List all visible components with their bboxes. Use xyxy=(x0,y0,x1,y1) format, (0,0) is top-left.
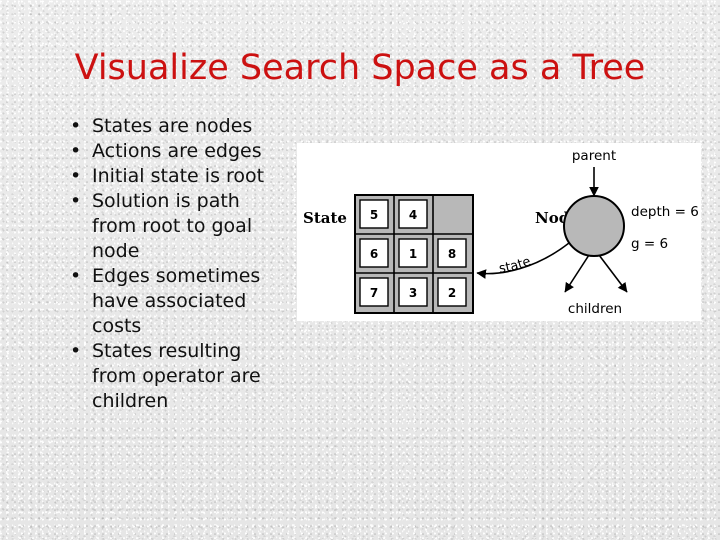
bullet-marker-icon: • xyxy=(70,265,82,287)
puzzle-tile-blank xyxy=(434,196,472,233)
puzzle-tile-value: 2 xyxy=(448,286,456,300)
g-label: g = 6 xyxy=(631,236,668,252)
list-item-text: States are nodes xyxy=(92,115,253,137)
list-item-text: Solution is path from root to goal node xyxy=(92,190,253,262)
node-circle xyxy=(563,195,625,257)
bullet-marker-icon: • xyxy=(70,165,82,187)
puzzle-tile-value: 8 xyxy=(448,247,456,261)
list-item: • Solution is path from root to goal nod… xyxy=(62,189,280,264)
puzzle-tile-value: 4 xyxy=(409,208,417,222)
depth-label: depth = 6 xyxy=(631,204,699,220)
children-label: children xyxy=(568,301,622,317)
slide: Visualize Search Space as a Tree • State… xyxy=(0,0,720,540)
list-item-text: States resulting from operator are child… xyxy=(92,340,261,412)
puzzle-tile-value: 5 xyxy=(370,208,378,222)
puzzle-tile: 3 xyxy=(398,277,428,307)
puzzle-tile-value: 6 xyxy=(370,247,378,261)
puzzle-tile-value: 7 xyxy=(370,286,378,300)
bullet-marker-icon: • xyxy=(70,115,82,137)
bullet-list: • States are nodes • Actions are edges •… xyxy=(62,114,280,414)
puzzle-grid: 5 4 6 1 8 7 3 2 xyxy=(354,194,474,314)
puzzle-tile: 5 xyxy=(359,199,389,229)
state-caption: State xyxy=(303,209,347,227)
list-item: • States are nodes xyxy=(62,114,280,139)
puzzle-tile: 1 xyxy=(398,238,428,268)
puzzle-tile: 8 xyxy=(437,238,467,268)
parent-label: parent xyxy=(572,148,616,164)
puzzle-tile: 2 xyxy=(437,277,467,307)
bullet-marker-icon: • xyxy=(70,190,82,212)
puzzle-tile-value: 1 xyxy=(409,247,417,261)
bullet-marker-icon: • xyxy=(70,140,82,162)
list-item-text: Edges sometimes have associated costs xyxy=(92,265,261,337)
node-diagram-panel: State 5 4 6 1 8 7 3 2 Node parent depth … xyxy=(297,143,701,321)
bullet-marker-icon: • xyxy=(70,340,82,362)
puzzle-tile: 6 xyxy=(359,238,389,268)
list-item: • States resulting from operator are chi… xyxy=(62,339,280,414)
list-item-text: Actions are edges xyxy=(92,140,262,162)
puzzle-tile-value: 3 xyxy=(409,286,417,300)
list-item: • Edges sometimes have associated costs xyxy=(62,264,280,339)
puzzle-tile: 7 xyxy=(359,277,389,307)
list-item: • Actions are edges xyxy=(62,139,280,164)
puzzle-tile: 4 xyxy=(398,199,428,229)
page-title: Visualize Search Space as a Tree xyxy=(74,48,646,88)
list-item: • Initial state is root xyxy=(62,164,280,189)
list-item-text: Initial state is root xyxy=(92,165,265,187)
